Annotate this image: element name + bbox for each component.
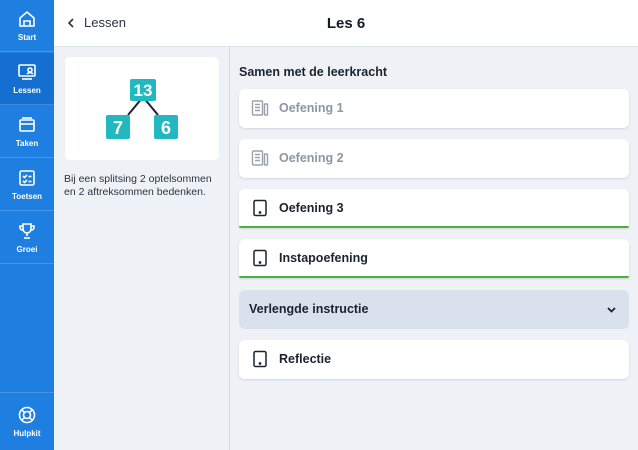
nav-start-label: Start xyxy=(17,33,37,42)
number-split-diagram: 13 7 6 xyxy=(106,79,178,139)
exercise-instapoefening[interactable]: Instapoefening xyxy=(239,239,629,278)
exercise-reflectie[interactable]: Reflectie xyxy=(239,340,629,379)
nav-toetsen[interactable]: Toetsen xyxy=(0,159,54,211)
nav-start[interactable]: Start xyxy=(0,0,54,52)
split-top-number: 13 xyxy=(134,81,153,100)
nav-lessen-label: Lessen xyxy=(13,86,41,95)
exercise-oefening-3[interactable]: Oefening 3 xyxy=(239,189,629,228)
nav-groei[interactable]: Groei xyxy=(0,212,54,264)
nav-groei-label: Groei xyxy=(16,245,38,254)
worksheet-icon xyxy=(251,100,269,116)
exercise-label: Reflectie xyxy=(279,352,332,366)
exercise-label: Oefening 1 xyxy=(279,101,344,115)
accordion-verlengde-instructie[interactable]: Verlengde instructie xyxy=(239,290,629,329)
tablet-icon xyxy=(253,249,267,267)
worksheet-icon xyxy=(251,150,269,166)
split-left-number: 7 xyxy=(113,118,123,138)
lesson-info-panel: 13 7 6 Bij een splitsing 2 optelsommen e… xyxy=(54,47,230,450)
nav-toetsen-label: Toetsen xyxy=(11,192,43,201)
exercise-label: Oefening 2 xyxy=(279,151,344,165)
split-right-number: 6 xyxy=(161,118,171,138)
exercise-oefening-2[interactable]: Oefening 2 xyxy=(239,139,629,178)
chevron-down-icon xyxy=(607,307,616,313)
nav-lessen[interactable]: Lessen xyxy=(0,53,54,105)
home-icon xyxy=(19,10,35,27)
exercise-label: Oefening 3 xyxy=(279,201,344,215)
page-title: Les 6 xyxy=(326,15,366,32)
nav-taken[interactable]: Taken xyxy=(0,106,54,158)
section-title: Samen met de leerkracht xyxy=(239,65,387,79)
exercise-label: Instapoefening xyxy=(279,251,368,265)
accordion-label: Verlengde instructie xyxy=(249,302,369,316)
lesson-description: Bij een splitsing 2 optelsommen en 2 aft… xyxy=(64,173,212,198)
tests-icon xyxy=(19,170,35,186)
exercise-oefening-1[interactable]: Oefening 1 xyxy=(239,89,629,128)
lifebuoy-icon xyxy=(18,406,36,424)
tablet-icon xyxy=(253,199,267,217)
tablet-icon xyxy=(253,350,267,368)
nav-hulpkit[interactable]: Hulpkit xyxy=(0,392,54,450)
sidebar: Start Lessen Taken Toetsen Groei Hulpkit xyxy=(0,0,54,450)
nav-hulpkit-label: Hulpkit xyxy=(13,429,41,438)
trophy-icon xyxy=(19,223,35,239)
exercises-panel: Samen met de leerkracht Oefening 1 Oefen… xyxy=(231,47,638,450)
header: Lessen Les 6 xyxy=(54,0,638,47)
tasks-icon xyxy=(19,117,35,132)
nav-taken-label: Taken xyxy=(15,139,39,148)
lessons-icon xyxy=(18,64,36,80)
lesson-thumbnail: 13 7 6 xyxy=(65,57,219,160)
